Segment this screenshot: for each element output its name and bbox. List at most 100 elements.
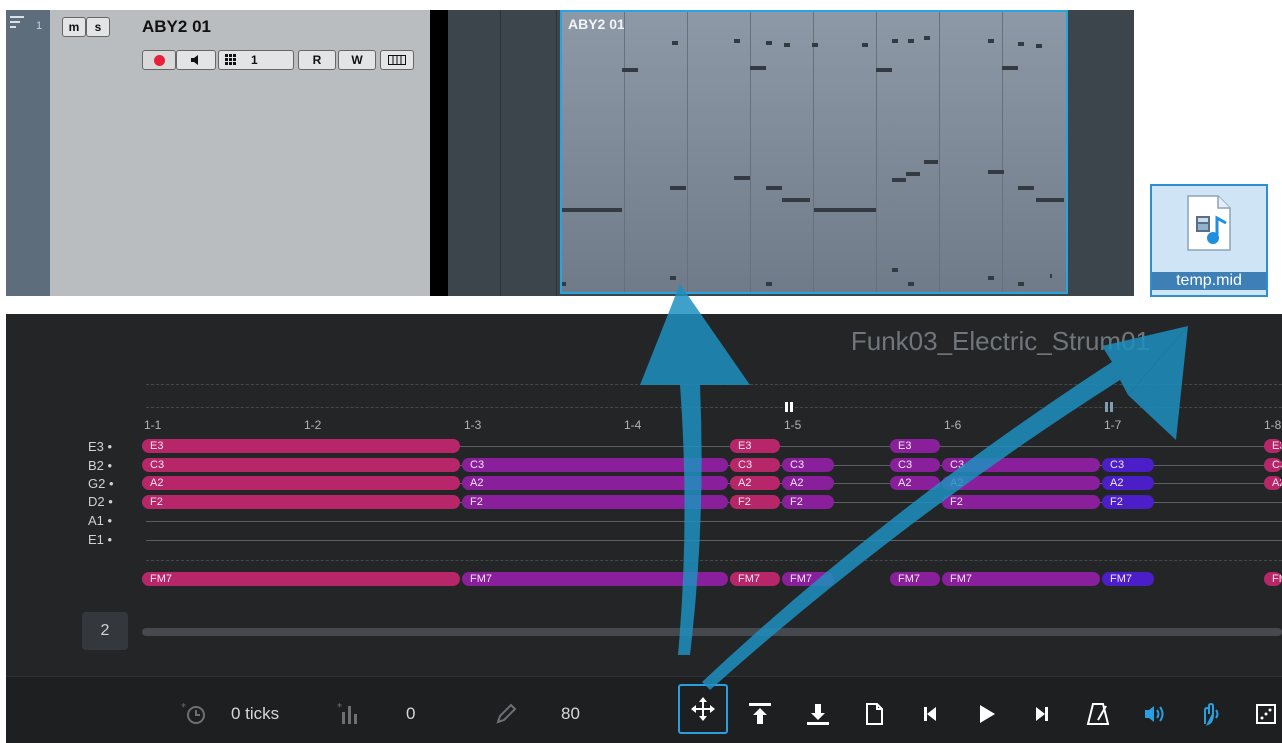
note-block[interactable]: A2 [142, 476, 460, 490]
string-label: D2 • [88, 494, 113, 509]
read-automation-button[interactable]: R [298, 50, 336, 70]
midi-note [906, 172, 920, 176]
write-automation-button[interactable]: W [338, 50, 376, 70]
note-block[interactable]: A2 [1264, 476, 1282, 490]
string-label: B2 • [88, 458, 113, 473]
grid-icon[interactable] [1252, 700, 1280, 728]
note-block[interactable]: C3 [1264, 458, 1282, 472]
velocity-icon[interactable]: * [336, 700, 364, 728]
midi-file-item[interactable]: temp.mid [1150, 184, 1268, 297]
note-block[interactable]: C3 [782, 458, 834, 472]
chord-block[interactable]: FM7 [1264, 572, 1282, 586]
pause-marker-icon[interactable] [1104, 402, 1114, 412]
midi-note [988, 39, 994, 43]
midi-note [892, 268, 898, 272]
note-block[interactable]: F2 [730, 495, 780, 509]
note-block[interactable]: C3 [1102, 458, 1154, 472]
note-block[interactable]: E3 [1264, 439, 1282, 453]
move-button[interactable] [678, 684, 728, 734]
track-number: 1 [36, 20, 43, 32]
note-block[interactable]: C3 [462, 458, 728, 472]
midi-note [988, 170, 1004, 174]
chord-block[interactable]: FM7 [942, 572, 1100, 586]
ruler-label: 1-5 [784, 418, 802, 432]
ruler-label: 1-3 [464, 418, 482, 432]
monitor-button[interactable] [176, 50, 216, 70]
speaker-icon[interactable] [1140, 700, 1168, 728]
skip-back-icon[interactable] [916, 700, 944, 728]
svg-text:*: * [181, 702, 186, 713]
ruler-label: 1-7 [1104, 418, 1122, 432]
velocity-value[interactable]: 0 [406, 704, 415, 724]
note-block[interactable]: E3 [730, 439, 780, 453]
svg-text:*: * [337, 702, 342, 713]
clock-icon[interactable]: * [180, 700, 208, 728]
pencil-icon[interactable] [492, 700, 520, 728]
note-block[interactable]: F2 [942, 495, 1100, 509]
note-block[interactable]: F2 [782, 495, 834, 509]
string-label: E3 • [88, 439, 113, 454]
solo-button[interactable]: s [86, 17, 110, 37]
track-2-lane[interactable] [142, 628, 1282, 636]
string-label: E1 • [88, 532, 113, 547]
note-block[interactable]: F2 [462, 495, 728, 509]
chord-block[interactable]: FM7 [462, 572, 728, 586]
record-enable-button[interactable] [142, 50, 176, 70]
midi-note [766, 41, 772, 45]
note-block[interactable]: A2 [462, 476, 728, 490]
track-menu-icon[interactable] [10, 16, 24, 28]
chord-block[interactable]: FM7 [730, 572, 780, 586]
midi-note [562, 282, 566, 286]
track-name[interactable]: ABY2 01 [142, 17, 211, 37]
midi-channel-selector[interactable]: 1 [218, 50, 294, 70]
note-block[interactable]: E3 [142, 439, 460, 453]
string-line [146, 521, 1282, 522]
edit-instrument-button[interactable] [380, 50, 414, 70]
note-block[interactable]: A2 [890, 476, 940, 490]
midi-note [908, 39, 914, 43]
note-block[interactable]: C3 [730, 458, 780, 472]
beat-line [750, 12, 751, 292]
import-icon[interactable] [804, 700, 832, 728]
metronome-icon[interactable] [1084, 700, 1112, 728]
pause-marker-icon[interactable] [784, 402, 794, 412]
midi-note [988, 276, 994, 280]
note-block[interactable]: A2 [942, 476, 1100, 490]
note-block[interactable]: F2 [1102, 495, 1154, 509]
mute-button[interactable]: m [62, 17, 86, 37]
beat-line [624, 12, 625, 292]
export-icon[interactable] [746, 700, 774, 728]
note-block[interactable]: F2 [142, 495, 460, 509]
beat-line [939, 12, 940, 292]
note-block[interactable]: A2 [782, 476, 834, 490]
chord-block[interactable]: FM7 [1102, 572, 1154, 586]
chord-block[interactable]: FM7 [142, 572, 460, 586]
note-block[interactable]: C3 [942, 458, 1100, 472]
ruler-guide [146, 384, 1282, 385]
ruler-label: 1-2 [304, 418, 322, 432]
string-label: G2 • [88, 476, 114, 491]
quantize-value[interactable]: 0 ticks [231, 704, 279, 724]
play-icon[interactable] [972, 700, 1000, 728]
chord-block[interactable]: FM7 [782, 572, 834, 586]
file-name: temp.mid [1152, 272, 1266, 290]
note-block[interactable]: C3 [142, 458, 460, 472]
note-block[interactable]: E3 [890, 439, 940, 453]
midi-note [750, 66, 766, 70]
note-block[interactable]: A2 [730, 476, 780, 490]
midi-note [1018, 42, 1024, 46]
note-block[interactable]: A2 [1102, 476, 1154, 490]
track-color-strip[interactable] [6, 10, 50, 296]
ruler-label: 1-4 [624, 418, 642, 432]
pencil-value[interactable]: 80 [561, 704, 580, 724]
note-block[interactable]: C3 [890, 458, 940, 472]
hand-icon[interactable] [1196, 700, 1224, 728]
skip-forward-icon[interactable] [1028, 700, 1056, 728]
midi-note [1050, 274, 1052, 278]
new-file-icon[interactable] [860, 700, 888, 728]
midi-part[interactable]: ABY2 01 [560, 10, 1068, 294]
chord-block[interactable]: FM7 [890, 572, 940, 586]
string-label: A1 • [88, 513, 113, 528]
track-index[interactable]: 2 [82, 612, 128, 650]
midi-note [814, 208, 876, 212]
